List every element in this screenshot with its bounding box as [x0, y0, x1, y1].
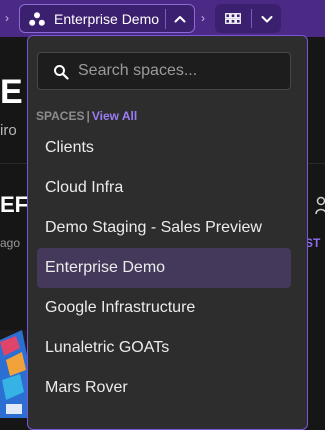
search-input[interactable]: [78, 61, 278, 81]
chevron-up-icon[interactable]: [172, 11, 188, 27]
page-title-fragment: E: [0, 73, 23, 111]
space-list-item[interactable]: Cloud Infra: [37, 168, 291, 208]
section-separator: |: [86, 109, 90, 123]
space-list-item-selected[interactable]: Enterprise Demo: [37, 248, 291, 288]
timestamp-fragment: ago: [0, 236, 21, 250]
illustration-fragment: [0, 330, 28, 418]
section-label: SPACES: [36, 109, 85, 123]
grid-layout-icon: [225, 13, 241, 24]
top-navigation-bar: › Enterprise Demo ›: [0, 0, 325, 37]
search-box: [37, 52, 291, 90]
space-list-item[interactable]: Lunaletric GOATs: [37, 328, 291, 368]
cluster-dots-icon: [29, 12, 45, 26]
space-switcher-button[interactable]: Enterprise Demo: [19, 4, 195, 33]
space-switcher-dropdown: SPACES|View All Clients Cloud Infra Demo…: [27, 35, 308, 430]
breadcrumb-chevron-icon: ›: [5, 11, 9, 25]
breadcrumb-chevron-icon: ›: [201, 11, 205, 25]
space-list-item[interactable]: Mars Rover: [37, 368, 291, 408]
divider: [251, 9, 252, 28]
view-switcher-button[interactable]: [215, 4, 281, 33]
chevron-down-icon[interactable]: [259, 11, 275, 27]
spaces-list: Clients Cloud Infra Demo Staging - Sales…: [37, 128, 291, 408]
space-list-item[interactable]: Google Infrastructure: [37, 288, 291, 328]
search-icon: [54, 65, 69, 80]
space-list-item[interactable]: Demo Staging - Sales Preview: [37, 208, 291, 248]
current-space-name: Enterprise Demo: [54, 11, 160, 27]
space-list-item[interactable]: Clients: [37, 128, 291, 168]
page-subtitle-fragment: iro: [0, 122, 17, 139]
section-heading-fragment: EF: [0, 192, 29, 217]
divider: [165, 9, 166, 29]
spaces-section-header: SPACES | View All: [36, 109, 137, 123]
user-icon: [315, 196, 325, 215]
view-all-link[interactable]: View All: [92, 109, 137, 123]
